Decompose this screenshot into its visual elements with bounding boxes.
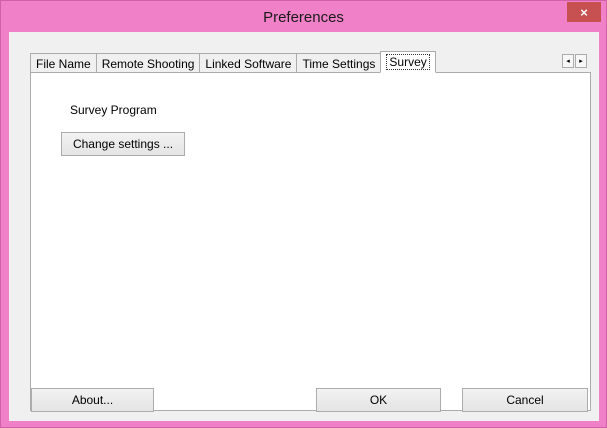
tab-strip: File Name Remote Shooting Linked Softwar… [30,51,436,73]
tab-label: Survey [386,54,430,70]
tab-label: Linked Software [205,56,292,71]
cancel-button[interactable]: Cancel [462,388,588,412]
button-label: About... [71,393,114,407]
window-title: Preferences [263,9,344,26]
tab-label: Remote Shooting [101,56,195,71]
tab-time-settings[interactable]: Time Settings [296,53,382,73]
tab-label: File Name [36,56,91,71]
button-label: Cancel [506,393,544,407]
button-label: OK [369,393,388,407]
chevron-left-icon: ◂ [566,58,570,65]
button-label: Change settings ... [72,137,174,151]
tab-survey[interactable]: Survey [380,51,436,73]
tab-file-name[interactable]: File Name [30,53,97,73]
preferences-window: Preferences × File Name Remote Shooting … [0,0,607,428]
title-bar[interactable]: Preferences × [1,1,606,33]
scroll-right-button[interactable]: ▸ [575,54,587,68]
ok-button[interactable]: OK [316,388,441,412]
tab-linked-software[interactable]: Linked Software [199,53,298,73]
change-settings-button[interactable]: Change settings ... [61,132,185,156]
chevron-right-icon: ▸ [579,58,583,65]
survey-tab-panel: Survey Program Change settings ... [30,72,591,411]
close-icon: × [580,4,588,20]
survey-program-label: Survey Program [70,103,157,117]
close-button[interactable]: × [567,2,601,22]
dialog-client-area: File Name Remote Shooting Linked Softwar… [9,32,599,421]
about-button[interactable]: About... [31,388,154,412]
tab-label: Time Settings [302,56,376,71]
scroll-left-button[interactable]: ◂ [562,54,574,68]
tab-scroll-buttons: ◂ ▸ [561,54,587,68]
tab-remote-shooting[interactable]: Remote Shooting [95,53,201,73]
